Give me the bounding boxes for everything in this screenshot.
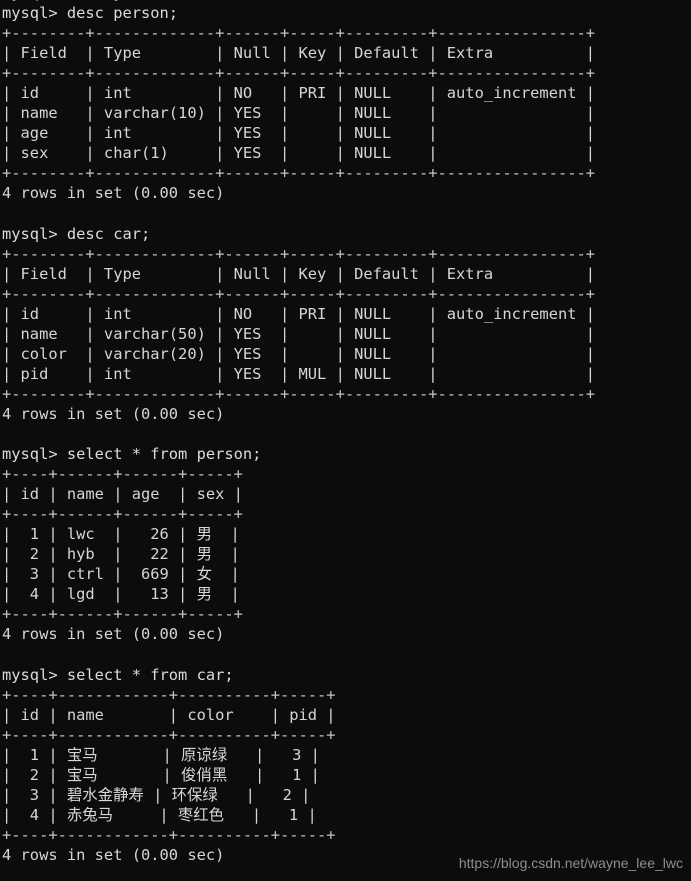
table-row: | id | name | color | pid | xyxy=(2,705,336,724)
table-row: | 4 | 赤兔马 | 枣红色 | 1 | xyxy=(2,805,317,824)
table-row: | 1 | 宝马 | 原谅绿 | 3 | xyxy=(2,745,320,764)
table-rule: +--------+-------------+------+-----+---… xyxy=(2,164,596,183)
table-rule: +--------+-------------+------+-----+---… xyxy=(2,384,596,403)
blank-line xyxy=(0,203,691,223)
watermark-url: https://blog.csdn.net/wayne_lee_lwc xyxy=(458,855,683,871)
table-row: | id | name | age | sex | xyxy=(2,485,243,504)
blank-line xyxy=(0,645,691,665)
table-rule: +----+------+------+-----+ xyxy=(2,505,243,524)
table-row: | Field | Type | Null | Key | Default | … xyxy=(2,44,596,63)
terminal-output: mysql> desc person; +--------+-----------… xyxy=(0,3,691,865)
table-row: | 1 | lwc | 26 | 男 | xyxy=(2,525,240,544)
table-row: | Field | Type | Null | Key | Default | … xyxy=(2,264,596,283)
table-row: | 2 | hyb | 22 | 男 | xyxy=(2,545,240,564)
table-row: | color | varchar(20) | YES | | NULL | | xyxy=(2,344,596,363)
table-rule: +----+------------+----------+-----+ xyxy=(2,685,336,704)
prompt-line: mysql> select * from car; xyxy=(2,665,234,684)
status-line: 4 rows in set (0.00 sec) xyxy=(2,625,225,644)
table-row: | 3 | ctrl | 669 | 女 | xyxy=(2,565,240,584)
prompt-line: mysql> desc car; xyxy=(2,224,151,243)
table-row: | name | varchar(10) | YES | | NULL | | xyxy=(2,104,596,123)
table-row: | id | int | NO | PRI | NULL | auto_incr… xyxy=(2,304,596,323)
table-row: | id | int | NO | PRI | NULL | auto_incr… xyxy=(2,84,596,103)
table-row: | pid | int | YES | MUL | NULL | | xyxy=(2,364,596,383)
table-rule: +--------+-------------+------+-----+---… xyxy=(2,24,596,43)
table-row: | sex | char(1) | YES | | NULL | | xyxy=(2,144,596,163)
table-rule: +----+------+------+-----+ xyxy=(2,465,243,484)
table-rule: +--------+-------------+------+-----+---… xyxy=(2,64,596,83)
table-row: | name | varchar(50) | YES | | NULL | | xyxy=(2,324,596,343)
table-rule: +--------+-------------+------+-----+---… xyxy=(2,284,596,303)
table-rule: +----+------------+----------+-----+ xyxy=(2,725,336,744)
prompt-line: mysql> select * from person; xyxy=(2,445,262,464)
table-row: | 4 | lgd | 13 | 男 | xyxy=(2,585,240,604)
status-line: 4 rows in set (0.00 sec) xyxy=(2,184,225,203)
status-line: 4 rows in set (0.00 sec) xyxy=(2,404,225,423)
table-row: | 3 | 碧水金静寿 | 环保绿 | 2 | xyxy=(2,785,311,804)
table-rule: +--------+-------------+------+-----+---… xyxy=(2,244,596,263)
table-row: | age | int | YES | | NULL | | xyxy=(2,124,596,143)
table-rule: +----+------------+----------+-----+ xyxy=(2,825,336,844)
table-row: | 2 | 宝马 | 俊俏黑 | 1 | xyxy=(2,765,320,784)
prompt-line: mysql> desc person; xyxy=(2,4,179,22)
table-rule: +----+------+------+-----+ xyxy=(2,605,243,624)
blank-line xyxy=(0,424,691,444)
terminal-window[interactable]: mysql> use mydb; mysql> desc person;+---… xyxy=(0,0,691,881)
